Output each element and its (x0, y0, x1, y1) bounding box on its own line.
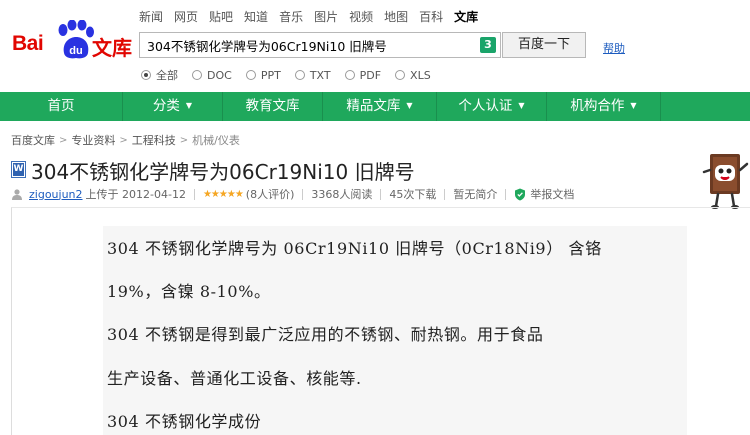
filter-option[interactable]: PDF (344, 67, 382, 83)
search-box: 3 (139, 32, 501, 58)
download-count: 45次下载 (389, 188, 437, 201)
breadcrumb: 百度文库 > 专业资料 > 工程科技 > 机械/仪表 (11, 132, 240, 148)
header: Bai du 文库 新闻网页贴吧知道音乐图片视频地图百科文库 3 百度一下 帮助… (0, 0, 750, 92)
radio-button[interactable] (395, 70, 406, 80)
filter-option[interactable]: DOC (192, 67, 232, 83)
radio-button[interactable] (192, 70, 202, 80)
caret-down-icon: ▼ (630, 101, 637, 110)
baidu-paw-icon: du (58, 20, 94, 59)
filter-label: XLS (410, 68, 431, 82)
help-link[interactable]: 帮助 (603, 40, 625, 56)
document-line: 304 不锈钢化学成份 (107, 412, 262, 431)
filter-option[interactable]: 全部 (141, 67, 178, 83)
nav-item[interactable]: 分类 ▼ (123, 92, 223, 121)
main-nav: 首页 分类 ▼ 教育文库 精品文库 ▼ 个人认证 ▼ 机构合作 ▼ (0, 92, 750, 121)
shield-icon (515, 188, 526, 200)
baidu-wenku-logo[interactable]: Bai du 文库 (10, 20, 134, 64)
meta-divider (193, 188, 195, 200)
meta-divider (302, 188, 304, 200)
filter-label: DOC (207, 68, 232, 82)
top-nav-item[interactable]: 知道 (244, 8, 268, 25)
radio-button[interactable] (294, 70, 305, 80)
filter-label: PDF (359, 68, 382, 82)
user-icon (12, 189, 22, 200)
rating-count: (8人评价) (245, 188, 295, 201)
report-document-link[interactable]: 举报文档 (530, 186, 574, 202)
nav-item[interactable]: 首页 (0, 92, 123, 121)
rating-stars: ★★★★★ (202, 188, 244, 200)
caret-down-icon: ▼ (518, 101, 525, 110)
meta-divider (444, 188, 446, 200)
meta-divider (380, 188, 382, 200)
top-nav-item[interactable]: 视频 (349, 8, 373, 25)
meta-divider (505, 188, 507, 200)
document-line: 304 不锈钢是得到最广泛应用的不锈钢、耐热钢。用于食品 (107, 325, 544, 344)
top-nav-item[interactable]: 图片 (314, 8, 338, 25)
nav-item-label: 首页 (47, 98, 75, 114)
filter-label: 全部 (156, 69, 178, 82)
document-line: 生产设备、普通化工设备、核能等. (107, 369, 362, 388)
top-nav-item[interactable]: 新闻 (139, 8, 163, 25)
caret-down-icon: ▼ (406, 101, 413, 110)
top-nav-item[interactable]: 文库 (454, 8, 478, 25)
upload-date: 上传于 2012-04-12 (85, 188, 186, 201)
nav-item-label: 精品文库 (346, 98, 401, 114)
document-line: 19%，含镍 8-10%。 (107, 282, 271, 301)
nav-item-label: 个人认证 (458, 98, 513, 114)
top-nav: 新闻 网页 贴吧 知道 音乐 图片 视频 地图 百科 文库 (139, 8, 489, 25)
caret-down-icon: ▼ (185, 101, 193, 110)
search-button[interactable]: 百度一下 (502, 32, 586, 58)
radio-button[interactable] (344, 70, 355, 80)
top-nav-item[interactable]: 地图 (384, 8, 408, 25)
breadcrumb-link[interactable]: 专业资料 (71, 132, 115, 148)
breadcrumb-link[interactable]: 工程科技 (132, 132, 176, 148)
logo-text-wenku: 文库 (92, 36, 132, 60)
filter-option[interactable]: XLS (395, 67, 431, 83)
nav-item-label: 机构合作 (570, 98, 625, 114)
nav-item[interactable]: 教育文库 (223, 92, 323, 121)
filter-option[interactable]: TXT (294, 67, 331, 83)
nav-item-label: 分类 (152, 98, 180, 114)
summary-status: 暂无简介 (453, 188, 498, 201)
word-doc-icon: W (11, 161, 26, 178)
nav-item[interactable]: 机构合作 ▼ (547, 92, 661, 121)
uploader-link[interactable]: zigoujun2 (29, 188, 83, 201)
document-page: 304 不锈钢化学牌号为 06Cr19Ni10 旧牌号（0Cr18Ni9） 含铬… (103, 226, 687, 435)
breadcrumb-separator: > (179, 134, 189, 146)
filter-label: TXT (309, 68, 331, 82)
breadcrumb-separator: > (59, 134, 68, 146)
document-line: 304 不锈钢化学牌号为 06Cr19Ni10 旧牌号（0Cr18Ni9） 含铬 (107, 239, 602, 258)
document-title: 304不锈钢化学牌号为06Cr19Ni10 旧牌号 (31, 160, 415, 184)
nav-item[interactable]: 个人认证 ▼ (437, 92, 547, 121)
search-input[interactable] (140, 33, 478, 57)
breadcrumb-link[interactable]: 百度文库 (11, 132, 55, 148)
nav-item[interactable]: 精品文库 ▼ (323, 92, 437, 121)
search-suggest-badge[interactable]: 3 (480, 37, 496, 53)
book-mascot-icon (702, 154, 749, 209)
top-nav-item[interactable]: 百科 (419, 8, 443, 25)
file-type-filters: 全部 DOC PPT TXT PDF XLS (141, 67, 445, 83)
document-meta: zigoujun2 上传于 2012-04-12 ★★★★★ (8人评价) 33… (11, 186, 574, 202)
breadcrumb-separator: > (119, 134, 128, 146)
top-nav-item[interactable]: 网页 (174, 8, 198, 25)
top-nav-item[interactable]: 贴吧 (209, 8, 233, 25)
logo-text-bai: Bai (12, 32, 44, 55)
read-count: 3368人阅读 (311, 188, 373, 201)
radio-button[interactable] (245, 70, 256, 80)
top-nav-item[interactable]: 音乐 (279, 8, 303, 25)
nav-item-label: 教育文库 (245, 98, 300, 114)
radio-button[interactable] (141, 70, 151, 80)
filter-option[interactable]: PPT (245, 67, 281, 83)
filter-label: PPT (260, 68, 281, 82)
svg-text:du: du (69, 45, 82, 57)
breadcrumb-link[interactable]: 机械/仪表 (192, 132, 240, 148)
